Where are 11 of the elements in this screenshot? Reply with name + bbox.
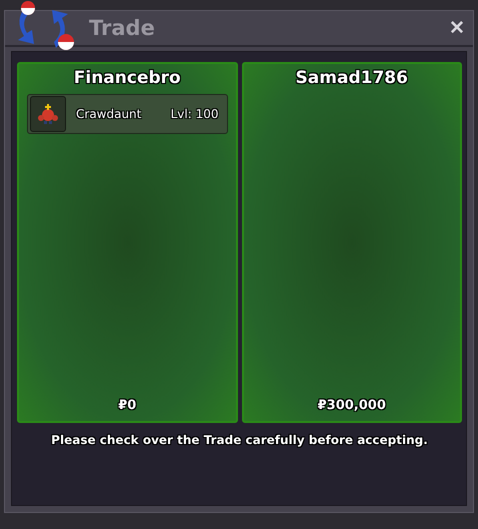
pokemon-sprite-icon	[30, 96, 66, 132]
player-name: Financebro	[74, 68, 181, 88]
money-amount: ₽0	[118, 398, 136, 413]
pokemon-level: Lvl: 100	[170, 107, 218, 121]
pokemon-name: Crawdaunt	[76, 107, 142, 121]
window-title: Trade	[89, 16, 155, 40]
player-name: Samad1786	[296, 68, 408, 88]
close-button[interactable]: ✕	[447, 16, 467, 40]
money-amount: ₽300,000	[318, 398, 386, 413]
warning-message: Please check over the Trade carefully before accepting.	[50, 433, 429, 447]
pokemon-slot[interactable]: Crawdaunt Lvl: 100	[27, 94, 228, 134]
